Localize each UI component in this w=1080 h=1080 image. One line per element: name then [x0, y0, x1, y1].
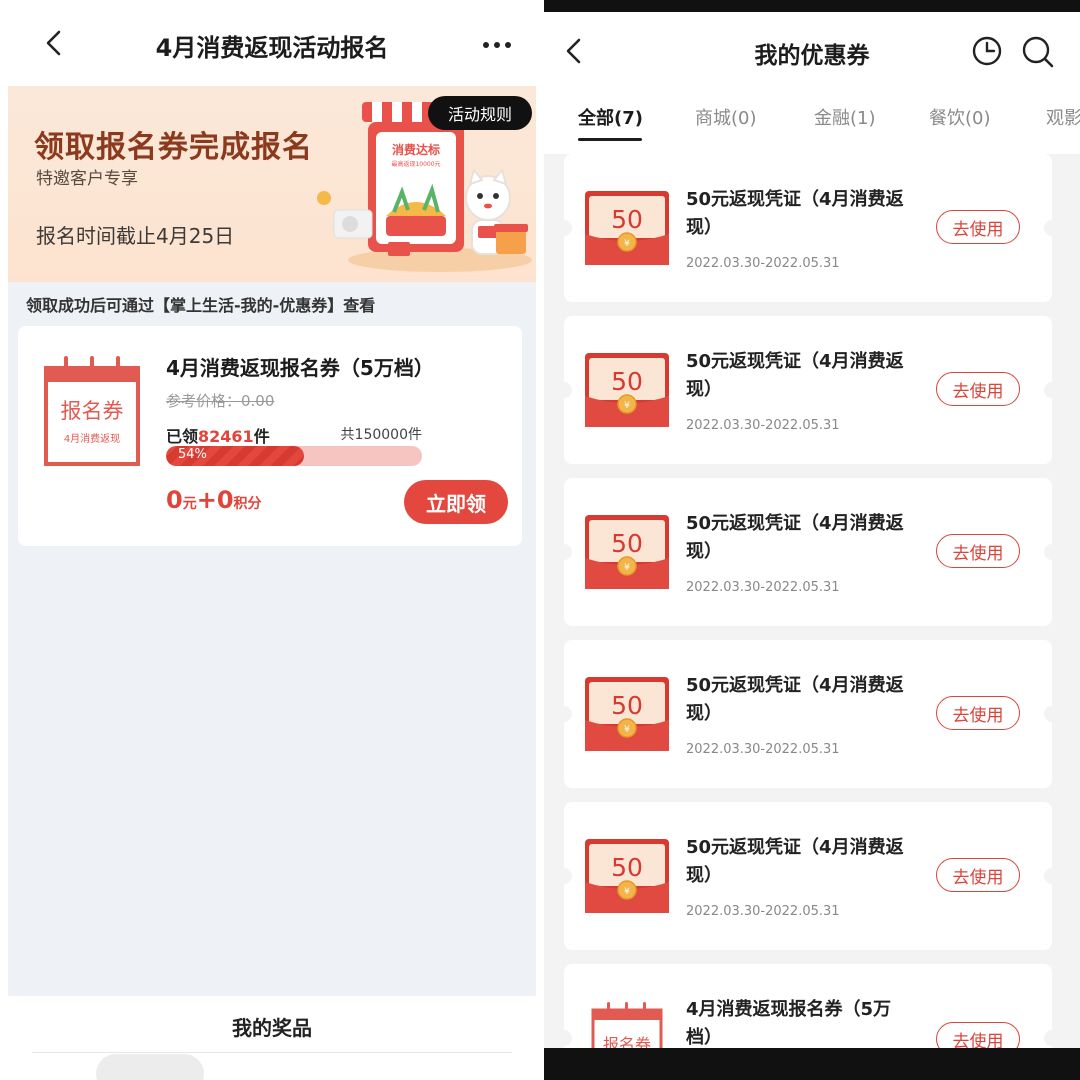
prize-divider	[32, 1052, 512, 1053]
use-coupon-button[interactable]: 去使用	[936, 858, 1020, 892]
banner-deadline: 报名时间截止4月25日	[36, 224, 235, 248]
more-icon[interactable]	[480, 28, 514, 62]
bottom-system-bar	[544, 1048, 1080, 1080]
tab-finance[interactable]: 金融(1)	[814, 104, 876, 130]
coupon-dates: 2022.03.30-2022.05.31	[686, 580, 840, 595]
status-bar	[544, 0, 1080, 12]
claimed-count: 已领82461件	[166, 427, 270, 446]
svg-text:¥: ¥	[624, 401, 630, 411]
claim-note: 领取成功后可通过【掌上生活-我的-优惠券】查看	[26, 296, 376, 315]
active-tab-indicator	[578, 138, 642, 141]
signup-ticket-icon: 报名券 4月消费返现	[44, 356, 140, 466]
coupon-dates: 2022.03.30-2022.05.31	[686, 904, 840, 919]
prize-tab-placeholder[interactable]	[96, 1054, 204, 1080]
tab-movies[interactable]: 观影	[1046, 104, 1080, 130]
activity-rules-button[interactable]: 活动规则	[428, 96, 532, 130]
progress-label: 54%	[178, 447, 207, 462]
svg-text:¥: ¥	[624, 725, 630, 735]
svg-text:¥: ¥	[624, 887, 630, 897]
signup-coupon-card: 报名券 4月消费返现 4月消费返现报名券（5万档） 参考价格：0.00 已领82…	[18, 326, 522, 546]
coupon-dates: 2022.03.30-2022.05.31	[686, 418, 840, 433]
total-count: 共150000件	[340, 427, 422, 443]
page-title: 4月消费返现活动报名	[155, 34, 389, 62]
coupon-dates: 2022.03.30-2022.05.31	[686, 256, 840, 271]
claim-progress-bar: 54%	[166, 446, 422, 466]
coupon-dates: 2022.03.30-2022.05.31	[686, 742, 840, 757]
coupon-title: 50元返现凭证（4月消费返现）	[686, 189, 904, 238]
red-envelope-icon: ¥ 50	[585, 839, 669, 913]
panel-divider	[536, 0, 544, 1080]
left-panel: 4月消费返现活动报名 领取报名券完成报名 特邀客户专享 报名时间截止4月25日 …	[0, 0, 544, 1080]
red-envelope-icon: ¥ 50	[585, 515, 669, 589]
coupon-card: ¥ 50 50元返现凭证（4月消费返现） 2022.03.30-2022.05.…	[556, 154, 1060, 302]
search-icon[interactable]	[1020, 34, 1056, 70]
coupon-card: ¥ 50 50元返现凭证（4月消费返现） 2022.03.30-2022.05.…	[556, 640, 1060, 788]
right-header: 我的优惠券	[544, 12, 1080, 90]
claim-now-button[interactable]: 立即领	[404, 480, 508, 524]
coupon-title: 4月消费返现报名券（5万档）	[686, 999, 892, 1048]
coupon-card: ¥ 50 50元返现凭证（4月消费返现） 2022.03.30-2022.05.…	[556, 316, 1060, 464]
coupon-value: 50	[611, 853, 643, 882]
red-envelope-icon: ¥ 50	[585, 191, 669, 265]
banner-art-sub: 最高返现10000元	[391, 160, 440, 168]
right-panel: 我的优惠券 全部(7) 商城(0) 金融(1) 餐饮(0) 观影 ¥ 50 50…	[544, 0, 1080, 1080]
category-tabs: 全部(7) 商城(0) 金融(1) 餐饮(0) 观影	[544, 90, 1080, 154]
tab-mall[interactable]: 商城(0)	[695, 104, 757, 130]
coupon-price: 0元+0积分	[166, 486, 262, 514]
coupon-card: ¥ 50 50元返现凭证（4月消费返现） 2022.03.30-2022.05.…	[556, 802, 1060, 950]
red-envelope-icon: ¥ 50	[585, 677, 669, 751]
tab-dining[interactable]: 餐饮(0)	[929, 104, 991, 130]
banner-subtitle: 特邀客户专享	[36, 169, 138, 189]
coupon-title: 50元返现凭证（4月消费返现）	[686, 513, 904, 562]
red-envelope-icon: ¥ 50	[585, 353, 669, 427]
history-clock-icon[interactable]	[970, 34, 1004, 68]
ticket-icon-title: 报名券	[61, 399, 124, 423]
coupon-title: 50元返现凭证（4月消费返现）	[686, 675, 904, 724]
coupon-card: ¥ 50 50元返现凭证（4月消费返现） 2022.03.30-2022.05.…	[556, 478, 1060, 626]
banner-headline: 领取报名券完成报名	[34, 130, 313, 165]
coupon-value: 50	[611, 529, 643, 558]
coupon-value: 50	[611, 205, 643, 234]
left-header: 4月消费返现活动报名	[0, 0, 544, 86]
banner-art-sign: 消费达标	[392, 142, 440, 157]
coupon-title: 50元返现凭证（4月消费返现）	[686, 351, 904, 400]
my-prizes-section: 我的奖品	[8, 996, 536, 1080]
use-coupon-button[interactable]: 去使用	[936, 210, 1020, 244]
tab-all[interactable]: 全部(7)	[578, 104, 643, 130]
coupon-value: 50	[611, 367, 643, 396]
my-prizes-title: 我的奖品	[232, 1016, 312, 1040]
coupon-value: 50	[611, 691, 643, 720]
reference-price: 参考价格：0.00	[166, 392, 275, 410]
coupon-name: 4月消费返现报名券（5万档）	[166, 356, 434, 380]
use-coupon-button[interactable]: 去使用	[936, 372, 1020, 406]
use-coupon-button[interactable]: 去使用	[936, 696, 1020, 730]
use-coupon-button[interactable]: 去使用	[936, 534, 1020, 568]
svg-text:¥: ¥	[624, 563, 630, 573]
coupon-title: 50元返现凭证（4月消费返现）	[686, 837, 904, 886]
svg-text:¥: ¥	[624, 239, 630, 249]
ticket-icon-sub: 4月消费返现	[64, 432, 120, 445]
